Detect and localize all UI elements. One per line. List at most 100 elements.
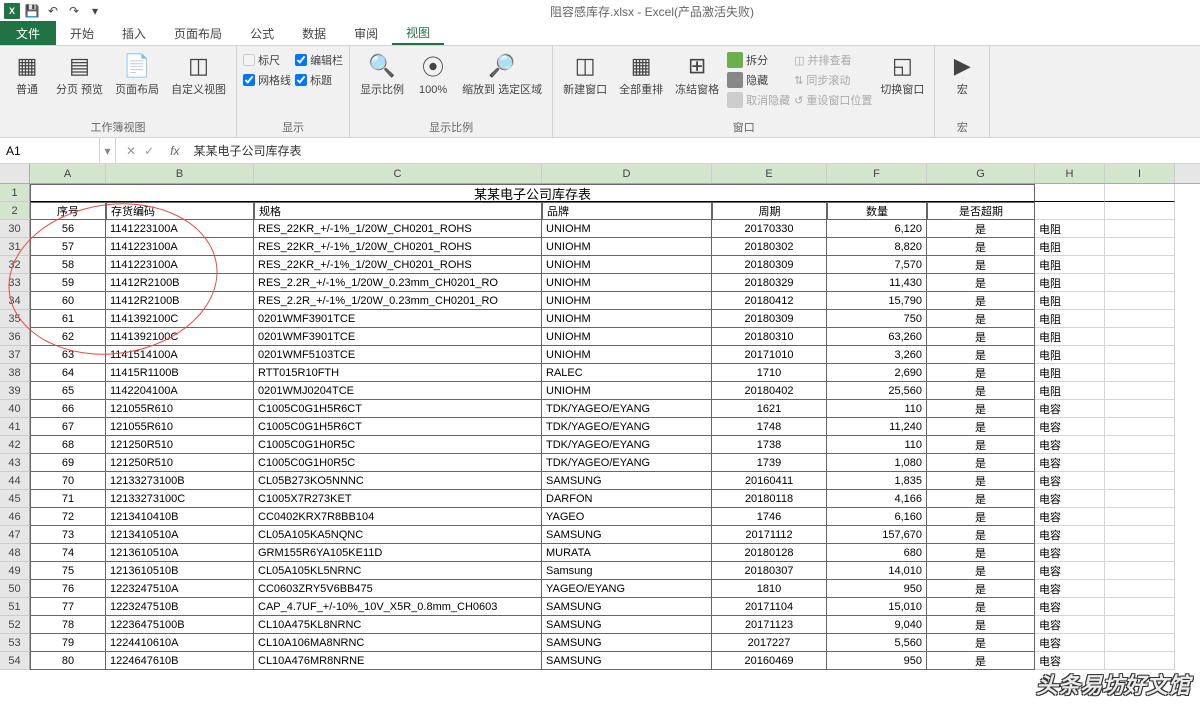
data-cell[interactable]: 20180329 xyxy=(712,274,827,292)
data-cell[interactable] xyxy=(1105,256,1175,274)
data-cell[interactable]: RES_22KR_+/-1%_1/20W_CH0201_ROHS xyxy=(254,256,542,274)
data-cell[interactable]: 是 xyxy=(927,580,1035,598)
column-header[interactable]: D xyxy=(542,164,712,183)
file-tab[interactable]: 文件 xyxy=(0,21,56,45)
data-cell[interactable]: CL05B273KO5NNNC xyxy=(254,472,542,490)
data-cell[interactable] xyxy=(1105,562,1175,580)
data-cell[interactable]: 20170330 xyxy=(712,220,827,238)
data-cell[interactable]: 20180128 xyxy=(712,544,827,562)
data-cell[interactable]: 电容 xyxy=(1035,544,1105,562)
data-cell[interactable]: 是 xyxy=(927,526,1035,544)
show-checkbox[interactable]: 网格线 xyxy=(243,72,291,88)
data-cell[interactable]: 70 xyxy=(30,472,106,490)
data-cell[interactable]: 是 xyxy=(927,454,1035,472)
data-cell[interactable]: 是 xyxy=(927,256,1035,274)
data-cell[interactable]: UNIOHM xyxy=(542,292,712,310)
data-cell[interactable]: 1223247510A xyxy=(106,580,254,598)
row-header[interactable]: 50 xyxy=(0,580,30,598)
row-header[interactable]: 47 xyxy=(0,526,30,544)
data-cell[interactable]: 是 xyxy=(927,598,1035,616)
data-cell[interactable]: C1005C0G1H0R5C xyxy=(254,436,542,454)
data-cell[interactable]: UNIOHM xyxy=(542,382,712,400)
data-cell[interactable]: CL05A105KL5NRNC xyxy=(254,562,542,580)
row-header[interactable]: 49 xyxy=(0,562,30,580)
data-cell[interactable] xyxy=(1105,634,1175,652)
data-cell[interactable]: 76 xyxy=(30,580,106,598)
header-cell[interactable]: 规格 xyxy=(254,202,542,220)
name-box-input[interactable] xyxy=(6,144,93,158)
data-cell[interactable]: 1213410410B xyxy=(106,508,254,526)
data-cell[interactable]: 58 xyxy=(30,256,106,274)
data-cell[interactable]: 69 xyxy=(30,454,106,472)
row-header[interactable]: 53 xyxy=(0,634,30,652)
row-header[interactable]: 48 xyxy=(0,544,30,562)
column-header[interactable]: C xyxy=(254,164,542,183)
ribbon-tab-3[interactable]: 公式 xyxy=(236,21,288,45)
qat-redo-icon[interactable]: ↷ xyxy=(65,2,83,20)
data-cell[interactable]: 6,160 xyxy=(827,508,927,526)
data-cell[interactable] xyxy=(1105,526,1175,544)
data-cell[interactable] xyxy=(1105,274,1175,292)
data-cell[interactable]: 是 xyxy=(927,562,1035,580)
data-cell[interactable]: 8,820 xyxy=(827,238,927,256)
column-header[interactable]: H xyxy=(1035,164,1105,183)
data-cell[interactable]: CL10A106MA8NRNC xyxy=(254,634,542,652)
split-button[interactable]: 拆分 xyxy=(727,52,790,68)
row-header[interactable]: 54 xyxy=(0,652,30,670)
view-normal-button[interactable]: ▦普通 xyxy=(6,48,48,98)
data-cell[interactable]: UNIOHM xyxy=(542,346,712,364)
data-cell[interactable]: 1224647610B xyxy=(106,652,254,670)
data-cell[interactable]: 电容 xyxy=(1035,634,1105,652)
data-cell[interactable]: 1738 xyxy=(712,436,827,454)
data-cell[interactable] xyxy=(1105,346,1175,364)
switch-window-button[interactable]: ◱切换窗口 xyxy=(876,48,928,98)
data-cell[interactable]: 电容 xyxy=(1035,436,1105,454)
data-cell[interactable]: CL05A105KA5NQNC xyxy=(254,526,542,544)
row-header[interactable]: 51 xyxy=(0,598,30,616)
data-cell[interactable]: 是 xyxy=(927,544,1035,562)
header-cell[interactable]: 周期 xyxy=(712,202,827,220)
data-cell[interactable]: 是 xyxy=(927,238,1035,256)
row-header[interactable]: 42 xyxy=(0,436,30,454)
data-cell[interactable]: 77 xyxy=(30,598,106,616)
data-cell[interactable]: 电容 xyxy=(1035,454,1105,472)
data-cell[interactable]: 是 xyxy=(927,292,1035,310)
data-cell[interactable]: 74 xyxy=(30,544,106,562)
title-cell[interactable]: 某某电子公司库存表 xyxy=(30,184,1035,202)
data-cell[interactable]: 63,260 xyxy=(827,328,927,346)
data-cell[interactable] xyxy=(1105,616,1175,634)
zoom-selection-button[interactable]: 🔎缩放到 选定区域 xyxy=(458,48,546,98)
data-cell[interactable]: 是 xyxy=(927,436,1035,454)
data-cell[interactable]: SAMSUNG xyxy=(542,598,712,616)
data-cell[interactable]: 20171123 xyxy=(712,616,827,634)
ribbon-tab-6[interactable]: 视图 xyxy=(392,21,444,45)
data-cell[interactable]: 电阻 xyxy=(1035,382,1105,400)
data-cell[interactable]: 是 xyxy=(927,274,1035,292)
data-cell[interactable]: 1810 xyxy=(712,580,827,598)
data-cell[interactable]: TDK/YAGEO/EYANG xyxy=(542,436,712,454)
data-cell[interactable]: 电容 xyxy=(1035,616,1105,634)
data-cell[interactable] xyxy=(1105,508,1175,526)
data-cell[interactable]: 68 xyxy=(30,436,106,454)
data-cell[interactable] xyxy=(1105,544,1175,562)
data-cell[interactable]: 1710 xyxy=(712,364,827,382)
name-box-dropdown-icon[interactable]: ▾ xyxy=(100,138,116,163)
data-cell[interactable]: 0201WMF3901TCE xyxy=(254,328,542,346)
qat-save-icon[interactable]: 💾 xyxy=(23,2,41,20)
data-cell[interactable]: 是 xyxy=(927,490,1035,508)
data-cell[interactable]: 电容 xyxy=(1035,580,1105,598)
data-cell[interactable] xyxy=(1105,382,1175,400)
column-header[interactable]: G xyxy=(927,164,1035,183)
data-cell[interactable]: 是 xyxy=(927,418,1035,436)
data-cell[interactable]: 2,690 xyxy=(827,364,927,382)
header-cell[interactable]: 是否超期 xyxy=(927,202,1035,220)
data-cell[interactable]: 121250R510 xyxy=(106,436,254,454)
data-cell[interactable] xyxy=(1105,310,1175,328)
data-cell[interactable]: 20180118 xyxy=(712,490,827,508)
data-cell[interactable]: 121055R610 xyxy=(106,400,254,418)
data-cell[interactable] xyxy=(1105,238,1175,256)
column-header[interactable]: F xyxy=(827,164,927,183)
data-cell[interactable]: 62 xyxy=(30,328,106,346)
data-cell[interactable]: 1141223100A xyxy=(106,238,254,256)
data-cell[interactable]: MURATA xyxy=(542,544,712,562)
